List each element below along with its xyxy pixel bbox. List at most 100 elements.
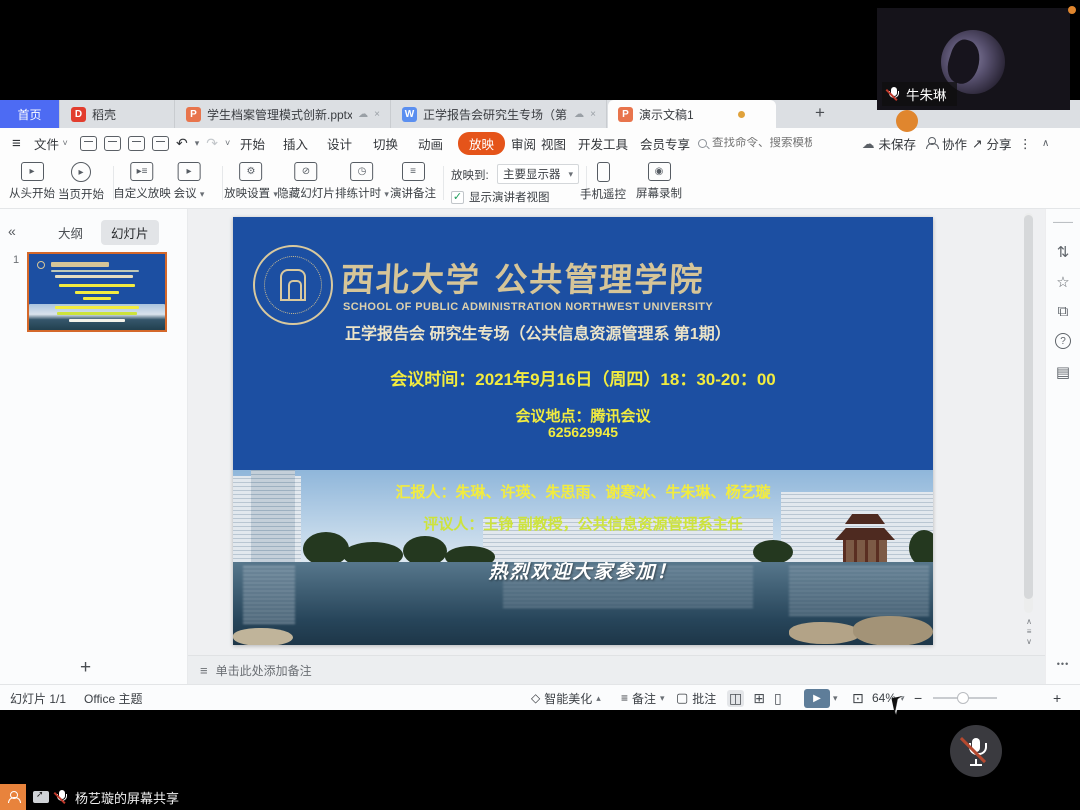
print-preview-icon[interactable]: [152, 136, 169, 151]
custom-show-icon: ▸≡: [131, 162, 154, 181]
tab-document-active[interactable]: P 演示文稿1: [608, 100, 776, 128]
tab-document-2[interactable]: W 正学报告会研究生专场（第1期) ☁ ×: [392, 100, 607, 128]
account-avatar[interactable]: [896, 110, 918, 132]
scrollbar-thumb[interactable]: [1024, 215, 1033, 599]
file-menu[interactable]: 文件 ˅: [34, 128, 68, 158]
theme-name-button[interactable]: Office 主题: [84, 685, 142, 711]
reading-view-button[interactable]: ▯: [774, 690, 782, 707]
picture-tool-icon[interactable]: ▤: [1056, 363, 1070, 381]
slide-number: 1: [13, 254, 19, 266]
slide-sorter-view-button[interactable]: ⊞: [753, 690, 765, 707]
show-settings-button[interactable]: ⚙ 放映设置 ▾: [224, 162, 278, 201]
zoom-slider-knob[interactable]: [957, 692, 969, 704]
ribbon-tab-review[interactable]: 审阅: [511, 128, 536, 158]
tab-document-1[interactable]: P 学生档案管理模式创新.pptx ☁ ×: [176, 100, 391, 128]
screen-record-button[interactable]: ◉屏幕录制: [636, 162, 682, 201]
play-slideshow-button[interactable]: ▶: [804, 689, 830, 708]
slide-count-label: 幻灯片 1/1: [10, 685, 66, 711]
tab-docer[interactable]: D 稻壳: [61, 100, 175, 128]
add-slide-button[interactable]: +: [80, 657, 91, 679]
save-icon[interactable]: [80, 136, 97, 151]
slideshow-toolbar: ▸从头开始 ▸当页开始 ▸≡自定义放映 ▸ 会议 ▾ ⚙ 放映设置 ▾ ⊘ 隐藏…: [0, 158, 1080, 209]
ribbon-tab-insert[interactable]: 插入: [283, 128, 308, 158]
undo-icon[interactable]: ↶: [176, 135, 188, 152]
print-icon[interactable]: [128, 136, 145, 151]
ribbon-tab-transition[interactable]: 切换: [373, 128, 398, 158]
status-bar: 幻灯片 1/1 Office 主题 ◇ 智能美化 ▴ ≡ 备注 ▾ ▢ 批注 ◫…: [0, 684, 1080, 710]
more-tools-icon[interactable]: •••: [1057, 659, 1069, 669]
notes-input-bar[interactable]: ≡ 单击此处添加备注: [188, 655, 1045, 684]
caret-down-icon: ▾: [568, 169, 573, 180]
effects-star-icon[interactable]: ☆: [1056, 273, 1069, 291]
notes-button[interactable]: ≡ 备注 ▾: [621, 685, 665, 711]
zoom-out-button[interactable]: −: [914, 685, 922, 711]
docer-icon: D: [71, 107, 86, 122]
previous-slide-icon: ∧: [1026, 617, 1032, 627]
tab-home[interactable]: 首页: [0, 100, 60, 128]
play-circle-icon: ▸: [71, 162, 91, 182]
presenters-text: 汇报人：朱琳、许瑛、朱思雨、谢寒冰、牛朱琳、杨艺璇: [233, 481, 933, 502]
display-monitor-select[interactable]: 主要显示器▾: [497, 164, 579, 184]
screen-gear-icon: ⚙: [239, 162, 262, 181]
doc-file-icon: W: [402, 107, 417, 122]
rail-handle-icon[interactable]: ——: [1053, 217, 1073, 228]
collapse-panel-icon[interactable]: «: [8, 223, 16, 239]
comments-button[interactable]: ▢ 批注: [676, 685, 716, 711]
close-icon[interactable]: ×: [374, 109, 380, 120]
more-options-icon[interactable]: ⋮: [1019, 128, 1032, 158]
duplicate-window-icon[interactable]: ⧉: [1058, 303, 1069, 320]
new-tab-button[interactable]: +: [815, 103, 825, 123]
ribbon-tab-animation[interactable]: 动画: [418, 128, 443, 158]
rehearse-timing-button[interactable]: ◷ 排练计时 ▾: [335, 162, 389, 201]
ribbon-tab-home[interactable]: 开始: [240, 128, 265, 158]
from-beginning-button[interactable]: ▸从头开始: [9, 162, 55, 201]
export-icon[interactable]: [104, 136, 121, 151]
hamburger-menu-icon[interactable]: ≡: [12, 128, 21, 158]
beautify-button[interactable]: ◇ 智能美化 ▴: [531, 685, 601, 711]
tab-slides[interactable]: 幻灯片: [101, 220, 159, 245]
more-commands-icon[interactable]: ˅: [225, 138, 230, 148]
custom-show-button[interactable]: ▸≡自定义放映: [113, 162, 171, 201]
display-to-label: 放映到:: [451, 167, 489, 183]
ribbon-tab-slideshow-active[interactable]: 放映: [458, 131, 505, 155]
phone-remote-button[interactable]: 手机遥控: [580, 162, 626, 202]
slide-editing-canvas[interactable]: 西北大学 公共管理学院 SCHOOL OF PUBLIC ADMINISTRAT…: [233, 217, 933, 645]
search-input[interactable]: [712, 137, 812, 149]
tab-outline[interactable]: 大纲: [48, 220, 93, 245]
fit-to-window-icon[interactable]: ⊡: [852, 685, 864, 711]
share-button[interactable]: ↗分享: [972, 128, 1012, 158]
from-current-button[interactable]: ▸当页开始: [58, 162, 104, 202]
normal-view-button[interactable]: ◫: [727, 690, 744, 707]
help-icon[interactable]: ?: [1055, 333, 1071, 349]
presenter-view-checkbox[interactable]: ✓ 显示演讲者视图: [451, 189, 550, 205]
slide-thumbnail[interactable]: [27, 252, 167, 332]
command-search-box[interactable]: [698, 133, 818, 153]
workspace: « 大纲 幻灯片 1: [0, 209, 1080, 684]
right-tool-rail: —— ⇅ ☆ ⧉ ? ▤ •••: [1045, 209, 1080, 684]
properties-sliders-icon[interactable]: ⇅: [1057, 243, 1070, 261]
collapse-ribbon-icon[interactable]: ∧: [1042, 128, 1049, 158]
ribbon-tab-design[interactable]: 设计: [327, 128, 352, 158]
play-options-caret-icon[interactable]: ▾: [833, 693, 838, 704]
participant-video-tile[interactable]: 牛朱琳: [877, 8, 1070, 110]
slide-nav-buttons[interactable]: ∧ ≡ ∨: [1026, 617, 1032, 647]
ribbon-tab-view[interactable]: 视图: [541, 128, 566, 158]
undo-caret-icon[interactable]: ▾: [195, 138, 200, 149]
redo-icon[interactable]: ↷: [206, 135, 218, 152]
caret-down-icon: ▾: [660, 693, 665, 704]
hide-slide-button[interactable]: ⊘ 隐藏幻灯片: [277, 162, 335, 201]
save-status[interactable]: ☁未保存: [862, 128, 916, 158]
microphone-mute-button[interactable]: [950, 725, 1002, 777]
ribbon-tab-devtools[interactable]: 开发工具: [578, 128, 628, 158]
collaborate-button[interactable]: 协作: [925, 128, 967, 158]
meeting-id-text: 625629945: [233, 424, 933, 440]
zoom-in-button[interactable]: +: [1053, 685, 1061, 711]
zoom-slider[interactable]: [933, 697, 997, 699]
ribbon-tab-member[interactable]: 会员专享: [640, 128, 690, 158]
meeting-button[interactable]: ▸ 会议 ▾: [174, 162, 205, 201]
id-card-icon: ≡: [402, 162, 425, 181]
speaker-notes-button[interactable]: ≡ 演讲备注: [390, 162, 436, 201]
clock-icon: ◷: [350, 162, 373, 181]
vertical-scrollbar[interactable]: [1024, 213, 1033, 613]
close-icon[interactable]: ×: [590, 109, 596, 120]
